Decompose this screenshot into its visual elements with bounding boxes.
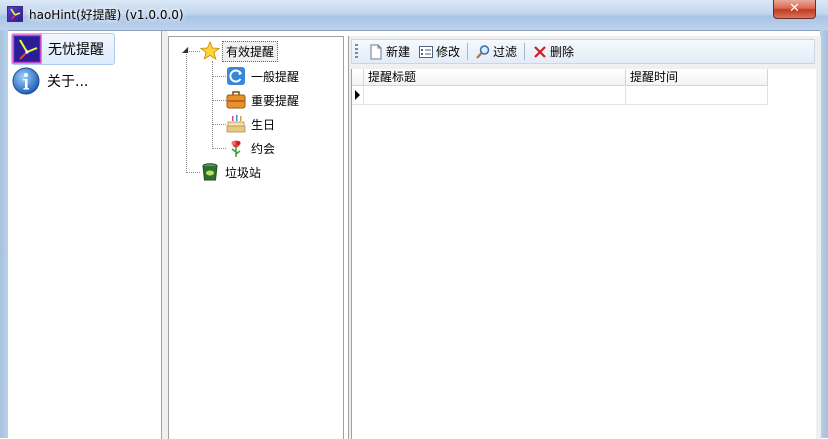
new-button-label: 新建	[386, 45, 411, 59]
table-row[interactable]	[352, 86, 768, 105]
edit-list-icon	[418, 44, 434, 60]
tree-node-label: 一般提醒	[251, 69, 300, 84]
tree-node-label: 垃圾站	[225, 165, 262, 180]
cell-title[interactable]	[364, 86, 626, 105]
column-header-title[interactable]: 提醒标题	[364, 69, 626, 86]
new-button[interactable]: 新建	[364, 41, 414, 62]
new-document-icon	[368, 44, 384, 60]
grid-corner	[352, 69, 364, 86]
nav-item-about[interactable]: 关于...	[11, 65, 115, 97]
reminder-grid[interactable]: 提醒标题 提醒时间	[351, 69, 816, 439]
info-icon	[11, 66, 41, 96]
window-border-right[interactable]	[820, 30, 828, 438]
toolbar: 新建 修改 过滤 删除	[351, 39, 815, 64]
tree-node-active[interactable]: 有效提醒	[199, 40, 279, 62]
tree-line	[212, 61, 213, 149]
flower-icon	[226, 138, 246, 158]
refresh-icon	[226, 66, 246, 86]
nav-item-label: 无忧提醒	[48, 42, 104, 58]
tree-node-label: 生日	[251, 117, 276, 132]
filter-button-label: 过滤	[493, 45, 518, 59]
tree-line	[186, 172, 200, 173]
tree-node-appointment[interactable]: 约会	[226, 137, 278, 159]
tree-line	[212, 124, 226, 125]
tree-node-important[interactable]: 重要提醒	[226, 89, 302, 111]
reminder-panel: 新建 修改 过滤 删除 提醒标题 提醒时间	[348, 36, 821, 439]
tree-line	[186, 51, 187, 173]
cake-icon	[226, 114, 246, 134]
app-clock-icon[interactable]	[7, 6, 23, 22]
tree-node-birthday[interactable]: 生日	[226, 113, 278, 135]
edit-button[interactable]: 修改	[414, 41, 464, 62]
clock-icon	[12, 34, 42, 64]
tree-expander-icon[interactable]: ◢	[182, 45, 188, 54]
tree-line	[212, 76, 226, 77]
delete-x-icon	[532, 44, 548, 60]
tree-node-trash[interactable]: 垃圾站	[200, 161, 264, 183]
tree-node-label: 重要提醒	[251, 93, 300, 108]
title-bar[interactable]: haoHint(好提醒) (v1.0.0.0) ✕	[0, 0, 828, 30]
toolbar-grip[interactable]	[355, 44, 358, 60]
toolbar-separator	[524, 43, 526, 60]
cell-time[interactable]	[626, 86, 768, 105]
toolbar-separator	[467, 43, 469, 60]
column-header-time[interactable]: 提醒时间	[626, 69, 768, 86]
tree-node-general[interactable]: 一般提醒	[226, 65, 302, 87]
star-icon	[199, 40, 221, 61]
tree-line	[212, 100, 226, 101]
tree-node-label: 有效提醒	[222, 40, 279, 62]
tree-line	[212, 148, 226, 149]
delete-button-label: 删除	[550, 45, 575, 59]
window-title: haoHint(好提醒) (v1.0.0.0)	[29, 8, 184, 22]
category-tree[interactable]: ◢ 有效提醒 一般提醒 重要提醒 生日 约会 垃圾站	[168, 36, 344, 439]
trash-icon	[200, 162, 220, 182]
nav-item-reminders[interactable]: 无忧提醒	[11, 33, 115, 65]
left-nav: 无忧提醒 关于...	[8, 31, 162, 439]
filter-button[interactable]: 过滤	[471, 41, 521, 62]
current-row-arrow-icon	[355, 90, 360, 100]
briefcase-icon	[226, 90, 246, 110]
grid-header: 提醒标题 提醒时间	[352, 69, 768, 86]
client-area: 无忧提醒 关于... ◢ 有效提醒 一般提醒 重要提醒 生日 约会 垃圾站 新建…	[8, 30, 821, 439]
window-border-left	[0, 30, 8, 438]
search-icon	[475, 44, 491, 60]
close-button[interactable]: ✕	[773, 0, 816, 19]
delete-button[interactable]: 删除	[528, 41, 578, 62]
row-header[interactable]	[352, 86, 364, 105]
edit-button-label: 修改	[436, 45, 461, 59]
nav-item-label: 关于...	[47, 74, 89, 90]
tree-node-label: 约会	[251, 141, 276, 156]
